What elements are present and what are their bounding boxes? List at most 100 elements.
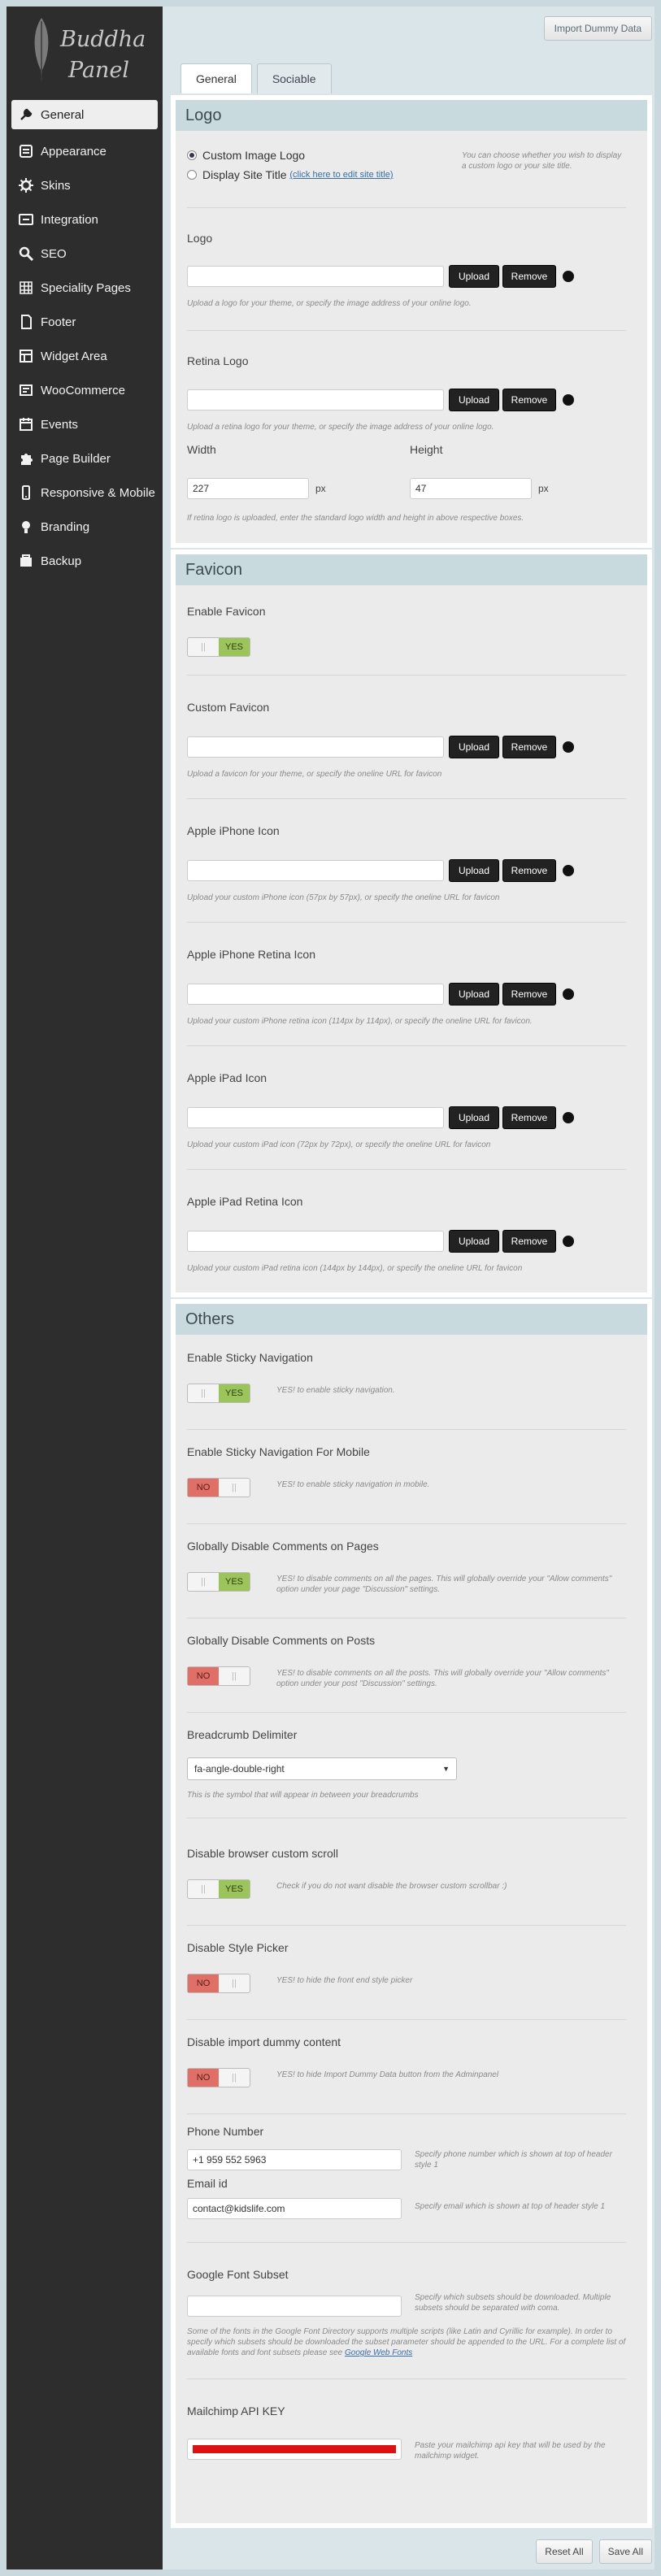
apple-iphone-icon-upload-button[interactable]: Upload <box>449 859 499 882</box>
enable-sticky-navigation-label: Enable Sticky Navigation <box>187 1351 313 1364</box>
google-font-subset-input[interactable] <box>187 2296 402 2317</box>
tab-general[interactable]: General <box>180 63 252 93</box>
apple-iphone-retina-icon-url-input[interactable] <box>187 984 444 1005</box>
apple-ipad-icon-url-input[interactable] <box>187 1107 444 1128</box>
apple-ipad-icon-upload-button[interactable]: Upload <box>449 1106 499 1129</box>
toggle-state: YES <box>219 1384 250 1402</box>
image-preview-icon[interactable] <box>563 865 574 876</box>
custom-favicon-url-input[interactable] <box>187 736 444 758</box>
footer-actions: Reset All Save All <box>529 2539 652 2564</box>
sidebar-item-label: SEO <box>41 246 67 261</box>
sidebar-item-responsive-mobile[interactable]: Responsive & Mobile <box>7 476 163 510</box>
image-preview-icon[interactable] <box>563 1112 574 1123</box>
google-font-note: Some of the fonts in the Google Font Dir… <box>187 2327 626 2357</box>
enable-favicon-toggle[interactable]: || YES <box>187 637 250 657</box>
disable-style-picker-toggle[interactable]: NO || <box>187 1974 250 1993</box>
apple-ipad-icon-remove-button[interactable]: Remove <box>502 1106 556 1129</box>
apple-iphone-icon-remove-button[interactable]: Remove <box>502 859 556 882</box>
retina-logo-url-input[interactable] <box>187 389 444 411</box>
apple-iphone-retina-icon-upload-button[interactable]: Upload <box>449 983 499 1006</box>
disable-browser-custom-scroll-toggle[interactable]: || YES <box>187 1879 250 1899</box>
disable-import-dummy-content-toggle[interactable]: NO || <box>187 2068 250 2087</box>
brand-line-2: Panel <box>68 58 130 83</box>
height-unit: px <box>538 483 549 494</box>
breadcrumb-delimiter-select[interactable]: fa-angle-double-right ▼ <box>187 1757 457 1780</box>
image-preview-icon[interactable] <box>563 741 574 753</box>
others-panel: Others Enable Sticky Navigation || YES YES!… <box>171 1299 652 2528</box>
brand-logo: Buddha Panel <box>7 7 163 92</box>
sidebar-item-widget-area[interactable]: Widget Area <box>7 339 163 373</box>
apple-iphone-icon-url-input[interactable] <box>187 860 444 881</box>
mailchimp-description: Paste your mailchimp api key that will b… <box>415 2441 606 2461</box>
email-input[interactable]: contact@kidslife.com <box>187 2198 402 2219</box>
globally-disable-comments-on-pages-toggle[interactable]: || YES <box>187 1572 250 1592</box>
breadcrumb-description: This is the symbol that will appear in b… <box>187 1791 419 1800</box>
globally-disable-comments-on-pages-description: YES! to disable comments on all the page… <box>276 1575 612 1594</box>
divider <box>187 2242 626 2243</box>
sidebar-item-page-builder[interactable]: Page Builder <box>7 441 163 476</box>
search-icon <box>19 246 34 262</box>
reset-all-button[interactable]: Reset All <box>536 2539 593 2564</box>
image-preview-icon[interactable] <box>563 1236 574 1247</box>
sidebar-item-speciality-pages[interactable]: Speciality Pages <box>7 271 163 305</box>
logo-upload-button[interactable]: Upload <box>449 265 499 288</box>
toggle-state: NO <box>188 1974 219 1992</box>
width-input[interactable]: 227 <box>187 478 309 499</box>
mobile-icon <box>22 485 30 500</box>
sidebar-item-appearance[interactable]: Appearance <box>7 134 163 168</box>
sidebar-item-skins[interactable]: Skins <box>7 168 163 202</box>
divider <box>187 1925 626 1926</box>
apple-ipad-retina-icon-upload-button[interactable]: Upload <box>449 1230 499 1253</box>
google-font-subset-label: Google Font Subset <box>187 2268 289 2281</box>
apple-ipad-retina-icon-url-input[interactable] <box>187 1231 444 1252</box>
toggle-state: YES <box>219 638 250 656</box>
enable-sticky-navigation-for-mobile-toggle[interactable]: NO || <box>187 1478 250 1497</box>
radio-custom-image-logo[interactable]: Custom Image Logo <box>187 149 305 162</box>
woocommerce-icon <box>20 384 33 396</box>
sidebar-item-label: General <box>41 107 85 122</box>
divider <box>187 207 626 208</box>
image-preview-icon[interactable] <box>563 988 574 1000</box>
sidebar-item-label: Page Builder <box>41 451 111 466</box>
globally-disable-comments-on-posts-toggle[interactable]: NO || <box>187 1666 250 1686</box>
apple-ipad-icon-description: Upload your custom iPad icon (72px by 72… <box>187 1140 491 1149</box>
toggle-state: NO <box>188 2069 219 2087</box>
phone-input[interactable]: +1 959 552 5963 <box>187 2149 402 2170</box>
logo-url-input[interactable] <box>187 266 444 287</box>
edit-site-title-link[interactable]: (click here to edit site title) <box>289 170 393 180</box>
height-input[interactable]: 47 <box>410 478 532 499</box>
google-web-fonts-link[interactable]: Google Web Fonts <box>345 2348 412 2357</box>
select-value: fa-angle-double-right <box>194 1763 285 1775</box>
apple-iphone-retina-icon-remove-button[interactable]: Remove <box>502 983 556 1006</box>
sidebar-item-branding[interactable]: Branding <box>7 510 163 544</box>
logo-remove-button[interactable]: Remove <box>502 265 556 288</box>
retina-logo-remove-button[interactable]: Remove <box>502 389 556 411</box>
favicon-section-title: Favicon <box>176 554 647 585</box>
sidebar-item-general[interactable]: General <box>11 100 158 129</box>
save-all-button[interactable]: Save All <box>598 2539 652 2564</box>
sidebar-item-footer[interactable]: Footer <box>7 305 163 339</box>
image-preview-icon[interactable] <box>563 394 574 406</box>
import-dummy-data-button[interactable]: Import Dummy Data <box>543 16 652 41</box>
apple-iphone-icon-label: Apple iPhone Icon <box>187 824 280 837</box>
image-preview-icon[interactable] <box>563 271 574 282</box>
divider <box>187 330 626 331</box>
sidebar-item-integration[interactable]: Integration <box>7 202 163 237</box>
enable-sticky-navigation-description: YES! to enable sticky navigation. <box>276 1386 395 1395</box>
sidebar-item-label: WooCommerce <box>41 383 125 397</box>
custom-favicon-upload-button[interactable]: Upload <box>449 736 499 758</box>
retina-logo-upload-button[interactable]: Upload <box>449 389 499 411</box>
enable-sticky-navigation-for-mobile-label: Enable Sticky Navigation For Mobile <box>187 1445 370 1458</box>
tab-sociable[interactable]: Sociable <box>256 63 332 93</box>
enable-sticky-navigation-toggle[interactable]: || YES <box>187 1384 250 1403</box>
sidebar-item-woocommerce[interactable]: WooCommerce <box>7 373 163 407</box>
mailchimp-api-key-input[interactable] <box>187 2439 402 2460</box>
radio-display-site-title[interactable]: Display Site Title (click here to edit s… <box>187 168 394 181</box>
custom-favicon-remove-button[interactable]: Remove <box>502 736 556 758</box>
sidebar-item-seo[interactable]: SEO <box>7 237 163 271</box>
apple-ipad-retina-icon-remove-button[interactable]: Remove <box>502 1230 556 1253</box>
sidebar-item-events[interactable]: Events <box>7 407 163 441</box>
divider <box>187 1429 626 1430</box>
sidebar-item-backup[interactable]: Backup <box>7 544 163 578</box>
sidebar-item-label: Skins <box>41 178 71 193</box>
